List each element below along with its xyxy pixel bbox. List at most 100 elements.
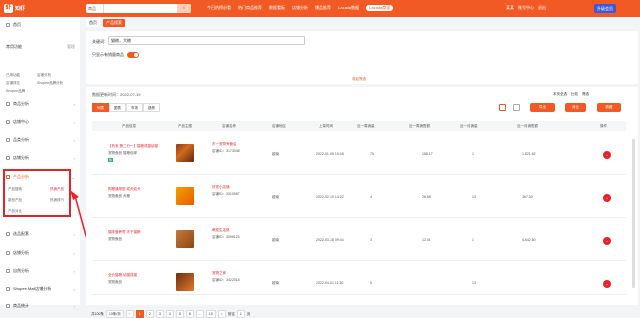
page-size-select[interactable]: 10条/页 <box>105 310 124 318</box>
user-name[interactable]: 某某 <box>506 5 514 11</box>
product-title[interactable]: 猫咪营养膏 冻干猫粮 <box>108 230 140 235</box>
product-image[interactable] <box>176 144 194 162</box>
sidebar-item-home[interactable]: 首页 <box>0 20 80 30</box>
logo[interactable]: 虾知虾 <box>4 3 32 14</box>
row-action-button[interactable]: + <box>603 151 611 159</box>
sidebar-item-shop-center[interactable]: 店铺中心 › <box>0 117 80 127</box>
sidebar-item-category[interactable]: 品类分析 › <box>0 135 80 145</box>
page-ellipsis[interactable]: ... <box>195 310 204 318</box>
shop-name[interactable]: 东一宠物专营店 <box>212 142 237 147</box>
chevron-right-icon: › <box>73 119 75 125</box>
sidebar-item-mall[interactable]: Shopee Mall店铺分析 › <box>0 284 80 294</box>
nav-item[interactable]: 店铺分析 <box>292 5 308 11</box>
product-title[interactable]: 【热卖 第二分一】猫粮成猫幼猫 <box>108 144 158 149</box>
shop-name[interactable]: 好宠小店铺 <box>212 185 230 190</box>
sales-toggle[interactable] <box>127 52 139 58</box>
prev-page-button[interactable]: ‹ <box>125 310 134 318</box>
tab-trend[interactable]: 趋势 <box>143 103 160 112</box>
row-action-button[interactable]: + <box>603 237 611 245</box>
shop-name[interactable]: 宠物之家 <box>212 271 226 276</box>
th-shop: 店铺名称 <box>222 124 236 128</box>
search-type-select[interactable]: 商品 <box>86 4 104 13</box>
common-shortcut[interactable]: 店铺排名 <box>6 81 20 86</box>
product-title[interactable]: 狗粮通用型 成犬幼犬 <box>108 187 140 192</box>
logout-link[interactable]: 退出 <box>538 5 546 11</box>
upgrade-button[interactable]: 升级会员 <box>594 4 616 13</box>
tab-chart[interactable]: 图表 <box>109 103 126 112</box>
nav-item[interactable]: 数据看板 <box>269 5 285 11</box>
row-action-button[interactable]: + <box>603 280 611 288</box>
sidebar-item-selection[interactable]: 选品配套 › <box>0 229 80 239</box>
product-image[interactable] <box>176 230 194 248</box>
toggle-row: 只显示有销量商品 <box>92 52 139 58</box>
page-button[interactable]: 5 <box>175 310 184 318</box>
table-row[interactable]: 全价猫粮 幼猫成猫 宠物食品 宠物之家 店铺ID：3422018 越南 2022… <box>92 261 626 295</box>
common-shortcut[interactable]: 店铺分析 <box>37 73 51 78</box>
week-vol: 3 <box>370 238 372 242</box>
chevron-right-icon: › <box>73 268 75 274</box>
sidebar-item-common: 常用功能 管理 <box>6 44 75 50</box>
select-all-checkbox[interactable]: 本页全选 <box>553 92 567 97</box>
nav-item[interactable]: 热门商品推荐 <box>238 5 262 11</box>
product-image[interactable] <box>176 187 194 205</box>
breadcrumb-home[interactable]: 首页 <box>86 19 100 27</box>
page-button[interactable]: 3 <box>155 310 164 318</box>
compare-button[interactable]: 对比 <box>565 103 586 112</box>
grid-view-icon[interactable] <box>513 104 520 111</box>
keyword-input[interactable]: 猫粮，犬粮 <box>108 36 305 45</box>
search-input[interactable] <box>104 4 177 13</box>
shop-area: 越南 <box>272 238 279 242</box>
shop-area: 越南 <box>272 195 279 199</box>
filter-link[interactable]: 筛选 <box>582 92 589 97</box>
nav-item[interactable]: 今日热榜必看 <box>207 5 231 11</box>
sidebar-item-shop-analysis-2[interactable]: 店铺分析 › <box>0 248 80 258</box>
view-tabs: 列表 图表 市场 趋势 <box>92 103 160 112</box>
nav-item[interactable]: Lazada数据 <box>338 5 359 11</box>
th-area: 店铺地区 <box>272 124 286 128</box>
page-button[interactable]: 6 <box>185 310 194 318</box>
common-shortcut[interactable]: Shopee品牌分析 <box>37 81 63 86</box>
month-sales: 1,821.62 <box>522 152 536 156</box>
product-sub: 宠物食品 犬粮 <box>108 194 130 198</box>
week-sales: 158.17 <box>422 152 433 156</box>
shop-name[interactable]: 萌宠生活馆 <box>212 228 230 233</box>
page-button[interactable]: 2 <box>145 310 154 318</box>
sidebar-item-product-analysis[interactable]: 商品分析 › <box>0 99 80 109</box>
page-button[interactable]: 10 <box>205 310 216 318</box>
table-row[interactable]: 【热卖 第二分一】猫粮成猫幼猫 宠物食品 猫粮包邮 热 东一宠物专营店 店铺ID… <box>92 132 626 175</box>
th-month-sales: 近一月销售额 <box>517 124 538 128</box>
page-button[interactable]: 4 <box>165 310 174 318</box>
compare-link[interactable]: 比较 <box>571 92 578 97</box>
user-area: 某某 账号中心 退出 <box>506 5 546 11</box>
scrollbar[interactable] <box>632 139 635 288</box>
chevron-right-icon: › <box>73 155 75 161</box>
table-row[interactable]: 猫咪营养膏 冻干猫粮 宠物食品 萌宠生活馆 店铺ID：3099123 越南 20… <box>92 218 626 261</box>
list-view-icon[interactable] <box>499 104 506 111</box>
manage-link[interactable]: 管理 <box>67 44 75 50</box>
account-center-link[interactable]: 账号中心 <box>518 5 534 11</box>
row-action-button[interactable]: + <box>603 194 611 202</box>
breadcrumb-current[interactable]: 产品搜索 <box>103 19 125 27</box>
export-button[interactable]: 导出 <box>530 103 555 112</box>
search-icon[interactable]: ⌕ <box>177 4 191 13</box>
table-row[interactable]: 狗粮通用型 成犬幼犬 宠物食品 犬粮 好宠小店铺 店铺ID：3310987 越南… <box>92 175 626 218</box>
nav-pill[interactable]: Lazada商家 <box>366 5 394 11</box>
next-page-button[interactable]: › <box>217 310 226 318</box>
goto-unit: 页 <box>246 311 251 316</box>
sidebar-item-stats[interactable]: 商品统计 › <box>0 301 80 311</box>
sidebar-item-natural[interactable]: 自然分析 › <box>0 266 80 276</box>
tab-market[interactable]: 市场 <box>126 103 143 112</box>
filter-card: 关键词： 猫粮，犬粮 只显示有销量商品 收起筛选 <box>86 31 638 84</box>
th-week-sales: 近一周销售额 <box>409 124 430 128</box>
collapse-filter-link[interactable]: 收起筛选 <box>352 77 366 82</box>
page-button[interactable]: 1 <box>135 310 144 318</box>
product-title[interactable]: 全价猫粮 幼猫成猫 <box>108 273 137 278</box>
common-shortcut[interactable]: 已用功能 <box>6 73 20 78</box>
product-image[interactable] <box>176 273 194 291</box>
nav-item[interactable]: 爆品推荐 <box>315 5 331 11</box>
common-shortcut[interactable]: Shopee品牌 <box>6 89 25 94</box>
favorite-button[interactable]: 收藏 <box>597 103 621 112</box>
goto-input[interactable]: 1 <box>236 310 245 318</box>
tab-list[interactable]: 列表 <box>92 103 109 112</box>
sidebar-item-shop-analysis[interactable]: 店铺分析 › <box>0 153 80 163</box>
